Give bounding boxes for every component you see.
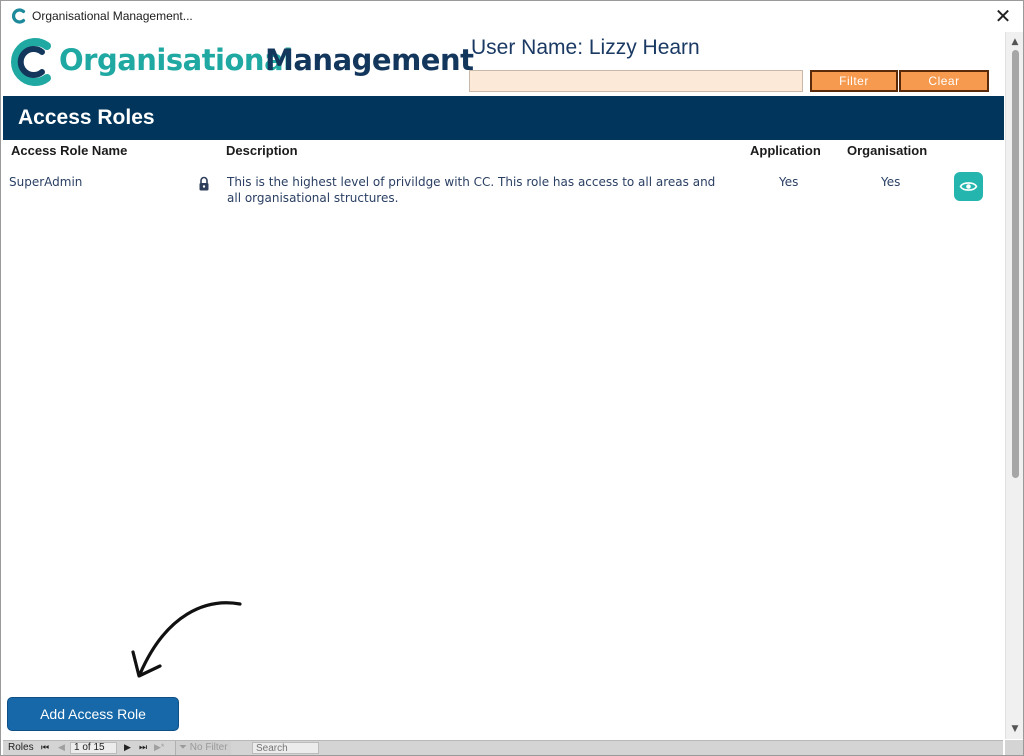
app-header: Organisational Management User Name: Liz… [3, 32, 1003, 95]
filter-input[interactable] [469, 70, 803, 92]
previous-record-icon[interactable]: ◀ [58, 742, 65, 753]
filter-status-label: No Filter [189, 742, 228, 753]
first-record-icon[interactable]: ⏮ [41, 742, 49, 753]
title-bar: Organisational Management... ✕ [1, 1, 1023, 32]
vertical-scrollbar[interactable]: ▲ ▼ [1005, 32, 1023, 739]
section-title: Access Roles [18, 106, 155, 129]
table-row: SuperAdmin This is the highest level of … [3, 169, 1003, 213]
view-role-button[interactable] [954, 172, 983, 201]
record-navigation-bar: Roles ⏮ ◀ 1 of 15 ▶ ⏭ ▶* ⏷ No Filter [3, 740, 1003, 755]
window-title: Organisational Management... [32, 9, 193, 23]
section-header-bar: Access Roles [3, 96, 1004, 140]
filter-status[interactable]: ⏷ No Filter [175, 741, 231, 755]
curved-arrow-icon [131, 601, 242, 678]
logo-text-management: Management [265, 43, 474, 77]
role-name-cell[interactable]: SuperAdmin [9, 174, 82, 190]
column-header-organisation: Organisation [847, 143, 928, 158]
last-record-icon[interactable]: ⏭ [139, 742, 147, 753]
close-button[interactable]: ✕ [989, 3, 1017, 29]
app-logo-icon [11, 8, 26, 24]
clear-button[interactable]: Clear [899, 70, 989, 92]
user-name-label: User Name: Lizzy Hearn [471, 36, 700, 59]
logo-icon [11, 38, 51, 86]
role-organisation-cell: Yes [881, 175, 901, 189]
filter-funnel-icon: ⏷ [179, 742, 187, 753]
column-header-name: Access Role Name [11, 143, 128, 158]
scrollbar-corner [1005, 740, 1023, 755]
lock-icon [199, 176, 209, 191]
scroll-up-icon[interactable]: ▲ [1006, 34, 1024, 50]
next-record-icon[interactable]: ▶ [124, 742, 131, 753]
new-record-icon[interactable]: ▶* [154, 742, 164, 753]
scrollbar-thumb[interactable] [1012, 50, 1019, 478]
scroll-down-icon[interactable]: ▼ [1006, 721, 1024, 737]
eye-icon [959, 182, 978, 191]
app-window: Organisational Management... ✕ Organisat… [0, 0, 1024, 756]
column-header-description: Description [226, 143, 298, 158]
role-description-cell: This is the highest level of privildge w… [227, 175, 716, 205]
navigation-label: Roles [8, 742, 34, 753]
filter-button[interactable]: Filter [810, 70, 898, 92]
logo-text-organisational: Organisational [59, 43, 293, 77]
current-record-field[interactable]: 1 of 15 [70, 742, 117, 754]
role-application-cell: Yes [779, 175, 799, 189]
add-access-role-button[interactable]: Add Access Role [7, 697, 179, 731]
navigation-search-input[interactable] [252, 742, 319, 754]
column-header-application: Application [750, 143, 821, 158]
